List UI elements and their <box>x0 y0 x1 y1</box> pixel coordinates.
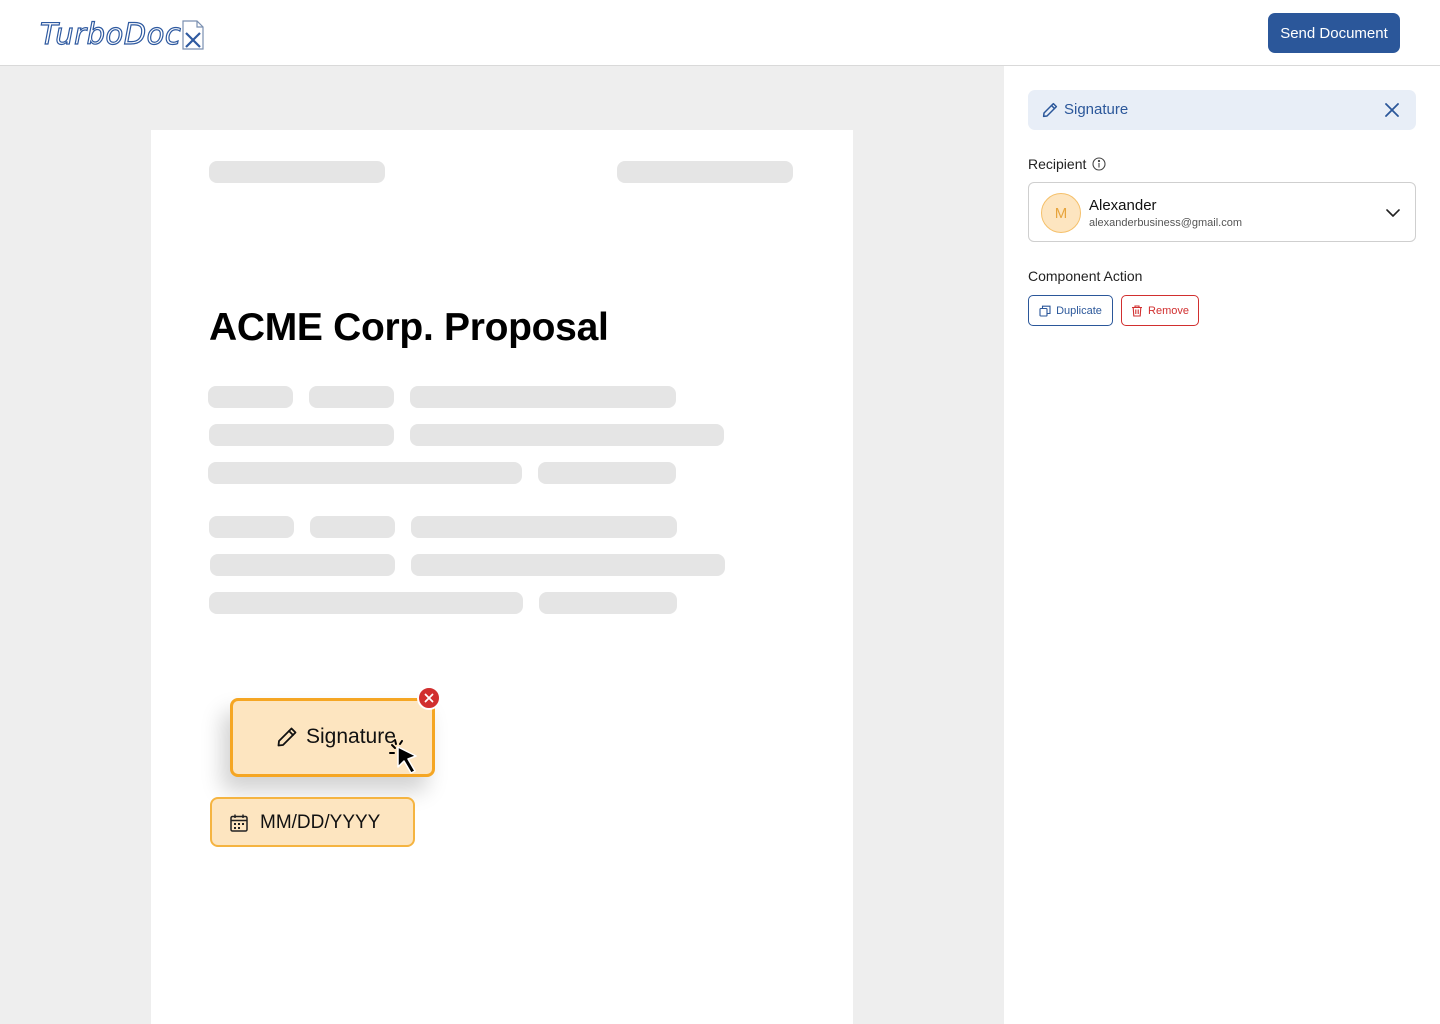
skeleton-line <box>209 424 394 446</box>
skeleton-line <box>411 516 677 538</box>
properties-panel: Signature Recipient M Alexander alexande… <box>1004 66 1440 1024</box>
date-field[interactable]: MM/DD/YYYY <box>210 797 415 847</box>
remove-button[interactable]: Remove <box>1121 295 1199 326</box>
skeleton-line <box>410 424 724 446</box>
skeleton-line <box>208 462 522 484</box>
document-page: ACME Corp. Proposal Signature MM/DD/YYYY <box>151 130 853 1024</box>
duplicate-button-label: Duplicate <box>1056 304 1102 317</box>
logo-document-x-icon <box>182 20 204 50</box>
skeleton-line <box>209 592 523 614</box>
app-header: TurboDoc Send Document <box>0 0 1440 66</box>
avatar: M <box>1041 193 1081 233</box>
recipient-label-text: Recipient <box>1028 156 1087 172</box>
document-canvas: ACME Corp. Proposal Signature MM/DD/YYYY <box>0 66 1004 1024</box>
close-icon[interactable] <box>1383 101 1401 119</box>
skeleton-line <box>208 386 293 408</box>
pointer-cursor-icon <box>389 739 417 774</box>
recipient-select[interactable]: M Alexander alexanderbusiness@gmail.com <box>1028 182 1416 242</box>
remove-button-label: Remove <box>1148 304 1189 317</box>
component-action-label: Component Action <box>1028 268 1143 284</box>
turbodocx-logo[interactable]: TurboDoc <box>39 14 204 54</box>
duplicate-button[interactable]: Duplicate <box>1028 295 1113 326</box>
recipient-label: Recipient <box>1028 156 1106 172</box>
skeleton-line <box>617 161 793 183</box>
info-icon[interactable] <box>1092 157 1106 171</box>
remove-field-button[interactable] <box>417 686 441 710</box>
skeleton-line <box>410 386 676 408</box>
skeleton-line <box>310 516 395 538</box>
signature-field-label: Signature <box>306 725 396 748</box>
chevron-down-icon <box>1386 209 1400 217</box>
recipient-email: alexanderbusiness@gmail.com <box>1089 217 1243 229</box>
panel-title: Signature <box>1064 101 1129 118</box>
skeleton-line <box>309 386 394 408</box>
copy-icon <box>1039 305 1051 317</box>
signature-field[interactable]: Signature <box>230 698 435 777</box>
logo-text: TurboDoc <box>39 16 182 51</box>
send-document-button[interactable]: Send Document <box>1268 13 1400 53</box>
calendar-icon <box>230 814 248 832</box>
skeleton-line <box>209 161 385 183</box>
skeleton-line <box>538 462 676 484</box>
close-icon <box>424 693 434 703</box>
document-title: ACME Corp. Proposal <box>209 306 609 349</box>
recipient-name: Alexander <box>1089 197 1157 214</box>
pencil-icon <box>277 727 297 747</box>
trash-icon <box>1132 304 1143 317</box>
skeleton-line <box>411 554 725 576</box>
skeleton-line <box>210 554 395 576</box>
skeleton-line <box>209 516 294 538</box>
pencil-icon <box>1042 102 1058 118</box>
date-field-placeholder: MM/DD/YYYY <box>260 812 381 833</box>
skeleton-line <box>539 592 677 614</box>
panel-header: Signature <box>1028 90 1416 130</box>
